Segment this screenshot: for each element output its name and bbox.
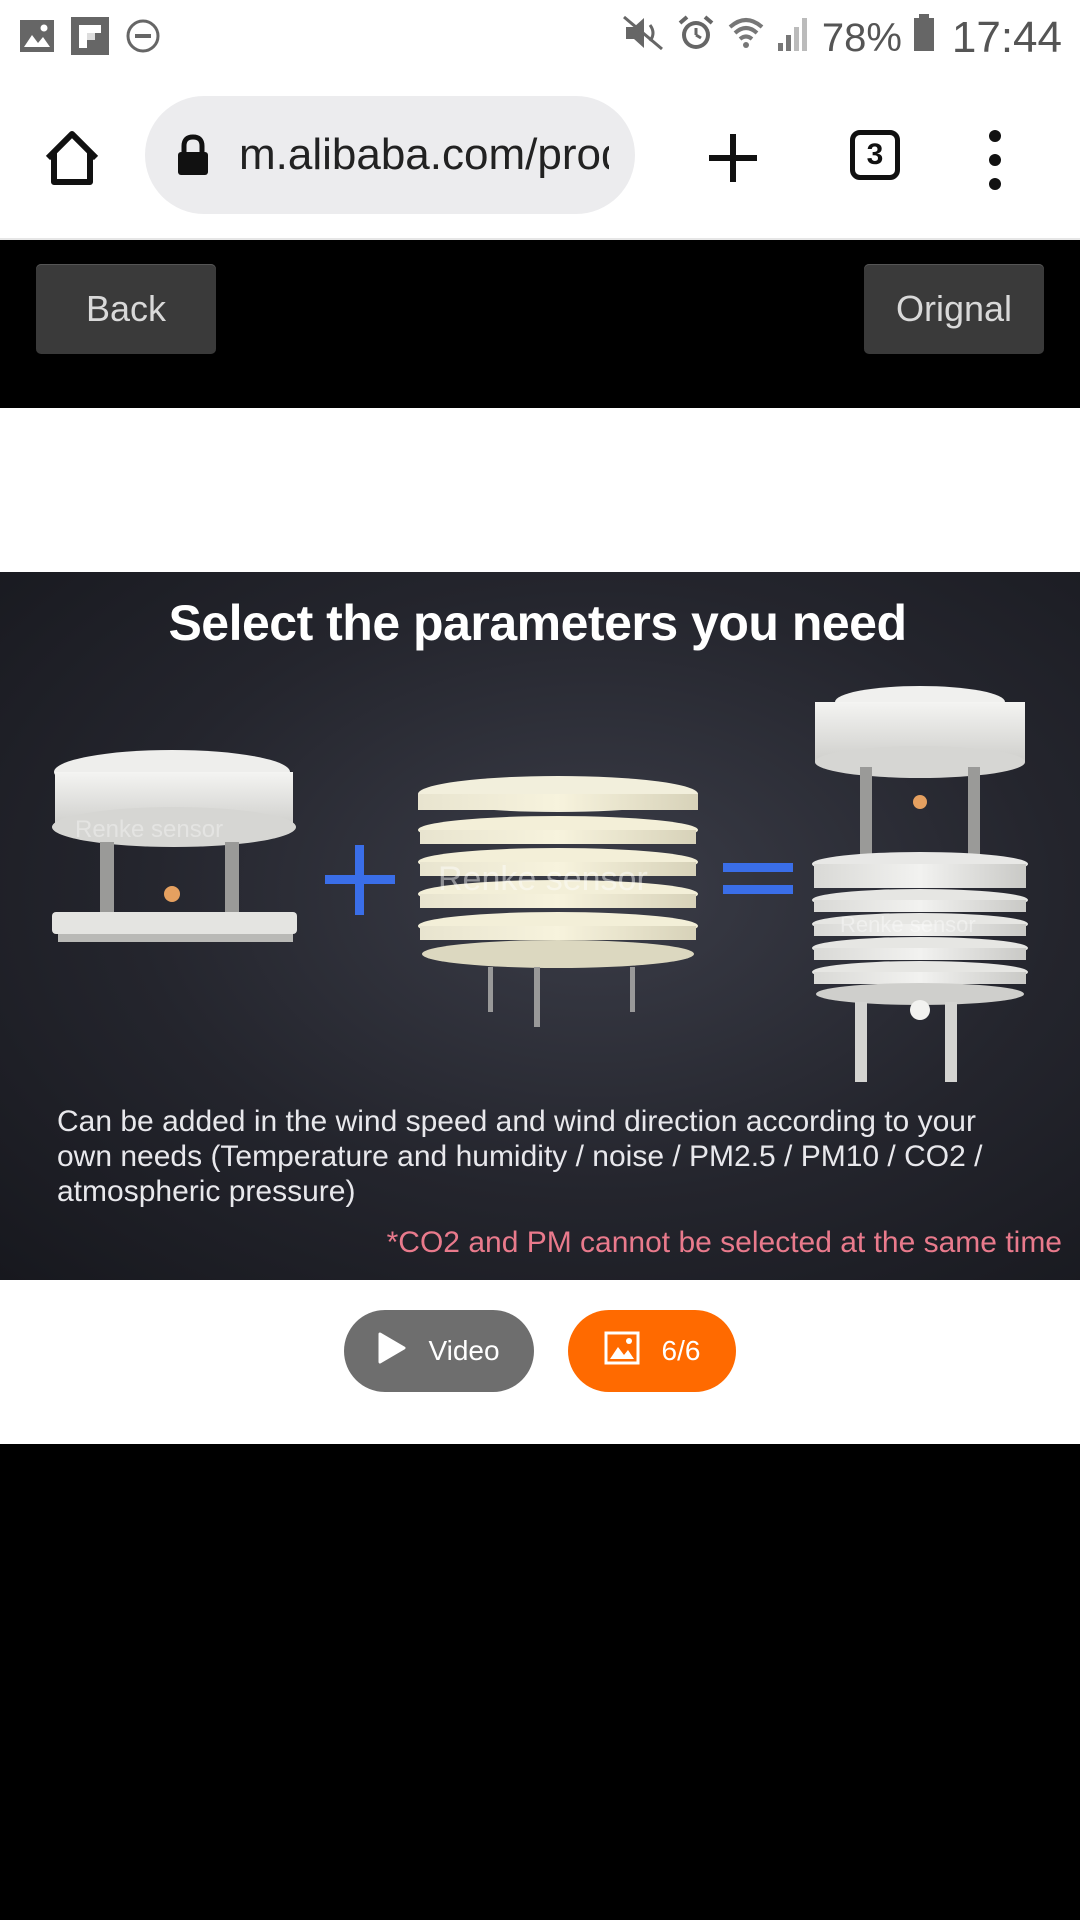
image-note: *CO2 and PM cannot be selected at the sa… — [386, 1226, 1062, 1259]
new-tab-icon[interactable] — [705, 130, 761, 186]
image-title: Select the parameters you need — [168, 595, 907, 651]
alarm-icon — [676, 13, 716, 63]
wind-sensor-shape — [52, 750, 297, 942]
equals-sign — [723, 863, 793, 894]
radiation-shield-shape — [418, 776, 698, 1027]
url-text[interactable]: m.alibaba.com/product — [239, 130, 609, 180]
mute-icon — [622, 13, 666, 63]
browser-toolbar: m.alibaba.com/product 3 — [0, 76, 1080, 240]
watermark-middle: Renke sensor — [438, 860, 648, 898]
status-bar: 78% 17:44 — [0, 0, 1080, 76]
image-counter: 6/6 — [661, 1335, 701, 1366]
image-viewer-header: Back Orignal — [0, 242, 1080, 408]
flipboard-icon — [70, 16, 110, 61]
tab-switcher-button[interactable]: 3 — [850, 130, 900, 180]
product-image[interactable]: Renke sensor Renke sensor Renke sensor S… — [0, 572, 1080, 1280]
gallery-icon — [604, 1331, 640, 1372]
home-icon[interactable] — [40, 126, 104, 190]
more-menu-icon[interactable] — [980, 128, 1010, 192]
status-bar-right: 78% 17:44 — [622, 13, 1062, 63]
battery-percentage: 78% — [821, 15, 902, 60]
video-button-label: Video — [428, 1335, 500, 1366]
battery-icon — [912, 13, 936, 63]
status-bar-left — [18, 16, 162, 61]
do-not-disturb-icon — [124, 17, 162, 60]
watermark-right: Renke sensor — [840, 912, 976, 937]
image-icon — [18, 17, 56, 60]
video-button[interactable]: Video — [344, 1310, 534, 1392]
signal-icon — [776, 13, 812, 63]
image-description: Can be added in the wind speed and wind … — [57, 1105, 983, 1208]
image-count-button[interactable]: 6/6 — [568, 1310, 736, 1392]
combined-sensor-shape — [812, 686, 1028, 1082]
clock: 17:44 — [951, 13, 1062, 62]
address-bar[interactable]: m.alibaba.com/product — [145, 96, 635, 214]
play-icon — [378, 1332, 406, 1371]
wifi-icon — [726, 13, 766, 63]
watermark-left: Renke sensor — [75, 816, 223, 843]
lock-icon — [175, 133, 211, 177]
original-button[interactable]: Orignal — [864, 264, 1044, 354]
plus-sign — [325, 845, 395, 915]
back-button[interactable]: Back — [36, 264, 216, 354]
